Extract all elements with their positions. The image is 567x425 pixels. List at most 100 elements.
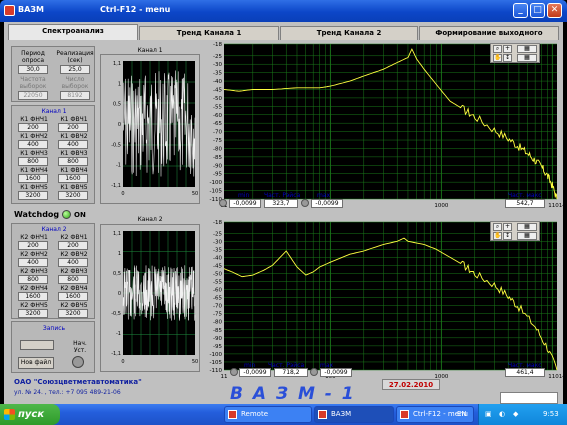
min-cursor-knob[interactable]	[230, 368, 238, 376]
menu-hint[interactable]: Ctrl-F12 - menu	[100, 5, 170, 14]
spectrum-x-tick: 11014	[548, 374, 563, 380]
max-value[interactable]: -0,0099	[320, 368, 352, 377]
channel2-filter-input[interactable]: 3200	[18, 309, 48, 318]
channel2-filter-input[interactable]: 3200	[58, 309, 88, 318]
y-scale-icon[interactable]: ▦	[517, 232, 537, 240]
channel1-filter-input[interactable]: 800	[18, 157, 48, 166]
channel1-filter-label: К1 ФНЧ3	[20, 150, 48, 157]
min-value[interactable]: -0,0099	[229, 199, 261, 208]
tab-trend-channel-1[interactable]: Тренд Канала 1	[139, 26, 279, 40]
spectrum-y-tick: -95	[213, 344, 222, 350]
realization-input[interactable]: 25,0	[60, 65, 90, 74]
channel2-filter-input[interactable]: 400	[58, 258, 88, 267]
max-cursor-knob[interactable]	[310, 368, 318, 376]
channel2-filter-label: К2 ФВЧ2	[60, 251, 88, 258]
spectrum-y-tick: -60	[213, 113, 222, 119]
spectrum-y-tick: -50	[213, 96, 222, 102]
channel2-filter-input[interactable]: 1600	[18, 292, 48, 301]
network-icon[interactable]: ▣	[485, 410, 492, 418]
zoom-icon[interactable]: ⌕	[493, 45, 502, 53]
spectrum-y-tick: -70	[213, 130, 222, 136]
spectrum-y-tick: -18	[213, 42, 222, 48]
tab-spectrum[interactable]: Спектроанализ	[8, 24, 138, 40]
period-input[interactable]: 30,0	[18, 65, 48, 74]
record-slider[interactable]	[20, 340, 54, 350]
vazm-icon	[318, 410, 327, 419]
watchdog-label: Watchdog	[14, 210, 60, 219]
scope-y-tick: -0,5	[111, 311, 121, 317]
watchdog-state: ON	[74, 211, 86, 219]
close-button[interactable]: ✕	[547, 3, 562, 18]
spectrum1-frame: -18 -25 -30 -35 -40 -45 -50 -55 -60 -65 -70 -75 -80 -…	[202, 42, 566, 219]
taskbar-item-vazm[interactable]: ВАЗМ	[314, 406, 394, 423]
spectrum-y-tick: -100	[210, 180, 223, 186]
channel1-filter-input[interactable]: 1600	[18, 174, 48, 183]
channel1-filter-label: К1 ФНЧ1	[20, 116, 48, 123]
scale-icon[interactable]: ↕	[503, 54, 512, 62]
zoom-icon[interactable]: ⌕	[493, 223, 502, 231]
crosshair-icon[interactable]: +	[503, 45, 512, 53]
channel2-filter-input[interactable]: 200	[58, 241, 88, 250]
tab-trend-channel-2[interactable]: Тренд Канала 2	[280, 26, 418, 40]
period-label: Период опроса	[21, 50, 45, 64]
min-value[interactable]: -0,0099	[239, 368, 271, 377]
channel1-filter-input[interactable]: 400	[18, 140, 48, 149]
new-file-button[interactable]: Нов файл	[18, 357, 54, 369]
scope2-frame: 1,1 1 0,5 0 -0,5 -1 -1,1 0 50	[100, 224, 200, 372]
channel1-filter-title: Канал 1	[41, 108, 67, 115]
x-scale-icon[interactable]: ▦	[517, 45, 537, 53]
channel2-filter-label: К2 ФНЧ1	[20, 234, 48, 241]
scope-y-tick: 1,1	[113, 61, 121, 67]
taskbar-item-remote-admin[interactable]: Remote Administrator	[224, 406, 312, 423]
max-cursor-knob[interactable]	[301, 199, 309, 207]
window-titlebar: ВАЗМ Ctrl-F12 - menu _ □ ✕	[0, 0, 567, 22]
volume-icon[interactable]: ◐	[499, 410, 505, 418]
spectrum-x-tick: 1000	[434, 203, 448, 209]
channel1-filter-label: К1 ФВЧ3	[60, 150, 88, 157]
channel2-filter-input[interactable]: 800	[18, 275, 48, 284]
spectrum-y-tick: -85	[213, 328, 222, 334]
start-label: пуск	[18, 409, 45, 420]
maximize-button[interactable]: □	[530, 3, 545, 18]
channel2-filter-input[interactable]: 200	[18, 241, 48, 250]
freq-label: Частота выборок	[19, 76, 47, 90]
record-panel: Запись Нов файл Нач. Уст.	[11, 321, 95, 373]
channel2-filter-input[interactable]: 400	[18, 258, 48, 267]
rays-value[interactable]: 323,7	[264, 199, 298, 208]
spectrum-y-tick: -90	[213, 336, 222, 342]
channel1-filter-input[interactable]: 3200	[58, 191, 88, 200]
channel1-filter-input[interactable]: 200	[18, 123, 48, 132]
scale-icon[interactable]: ↕	[503, 232, 512, 240]
pan-icon[interactable]: ✋	[493, 232, 502, 240]
language-indicator[interactable]: EN	[457, 410, 467, 418]
channel1-filter-input[interactable]: 3200	[18, 191, 48, 200]
watchdog-led	[62, 210, 71, 219]
channel1-filter-input[interactable]: 1600	[58, 174, 88, 183]
channel1-filter-label: К1 ФНЧ5	[20, 184, 48, 191]
min-cursor-knob[interactable]	[219, 199, 227, 207]
minimize-button[interactable]: _	[513, 3, 528, 18]
start-button[interactable]: пуск	[0, 404, 60, 425]
security-icon[interactable]: ◆	[513, 410, 518, 418]
spectrum-y-tick: -80	[213, 320, 222, 326]
count-value: 8192	[60, 91, 90, 100]
channel1-filter-input[interactable]: 400	[58, 140, 88, 149]
acquisition-panel: Период опроса 30,0 Реализация (сек) 25,0…	[11, 46, 95, 102]
channel2-filter-input[interactable]: 1600	[58, 292, 88, 301]
max-freq-value: 542,7	[505, 199, 545, 208]
crosshair-icon[interactable]: +	[503, 223, 512, 231]
channel2-filter-input[interactable]: 800	[58, 275, 88, 284]
max-value[interactable]: -0,0099	[311, 199, 343, 208]
channel1-filter-label: К1 ФНЧ4	[20, 167, 48, 174]
channel1-filter-input[interactable]: 200	[58, 123, 88, 132]
pan-icon[interactable]: ✋	[493, 54, 502, 62]
spectrum-y-tick: -35	[213, 71, 222, 77]
channel2-filter-label: К2 ФНЧ5	[20, 302, 48, 309]
tab-output-signal[interactable]: Формирование выходного сигнала	[419, 26, 559, 50]
x-scale-icon[interactable]: ▦	[517, 223, 537, 231]
start-knob[interactable]	[72, 356, 84, 368]
rays-value[interactable]: 718,2	[274, 368, 308, 377]
channel1-filter-input[interactable]: 800	[58, 157, 88, 166]
realization-label: Реализация (сек)	[56, 50, 94, 64]
y-scale-icon[interactable]: ▦	[517, 54, 537, 62]
